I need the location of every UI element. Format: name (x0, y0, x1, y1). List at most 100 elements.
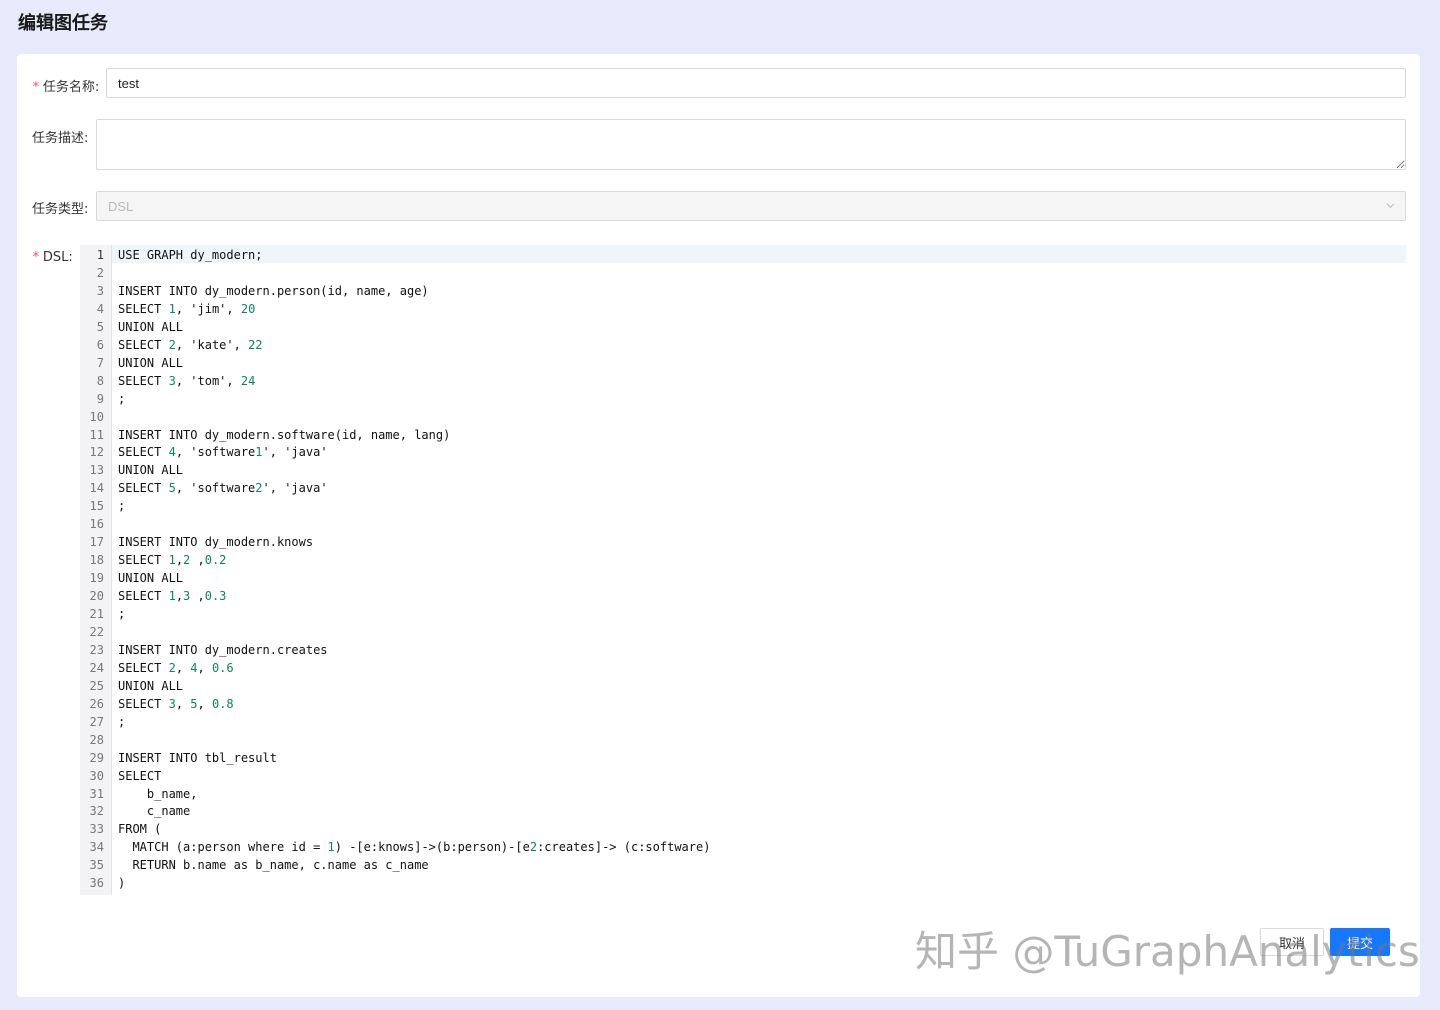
code-number-token: 2 (168, 661, 176, 675)
code-number-token: 2 (529, 840, 538, 854)
line-number: 5 (96, 320, 104, 334)
page-title: 编辑图任务 (18, 13, 108, 34)
code-number-token: 2 (168, 338, 176, 352)
code-line: ; (118, 497, 125, 515)
code-line: b_name, (118, 785, 198, 803)
code-token: SELECT (118, 481, 169, 495)
code-number-token: 1 (168, 589, 176, 603)
code-token: , (233, 338, 249, 352)
line-number: 16 (89, 517, 104, 531)
code-number-token: 22 (248, 338, 263, 352)
task-name-input[interactable] (106, 68, 1406, 98)
code-number-token: 0.3 (204, 589, 227, 603)
code-token: INSERT INTO dy_modern.knows (118, 535, 314, 549)
code-token: , (190, 553, 205, 567)
code-token: INSERT INTO dy_modern.person(id, name, a… (118, 284, 429, 298)
code-line: ; (118, 713, 125, 731)
code-number-token: 1 (255, 445, 263, 459)
line-number: 30 (89, 769, 104, 783)
code-line: FROM ( (118, 820, 161, 838)
code-token: MATCH (a:person where id = (118, 840, 328, 854)
code-line: INSERT INTO dy_modern.software(id, name,… (118, 426, 450, 444)
task-desc-label: 任务描述: (32, 131, 89, 146)
code-token: , (197, 661, 212, 675)
line-number: 10 (89, 410, 104, 424)
code-token: , (226, 374, 241, 388)
code-line: SELECT 1, 'jim', 20 (118, 300, 255, 318)
line-number: 29 (89, 751, 104, 765)
line-number: 19 (89, 571, 104, 585)
code-number-token: 2 (255, 481, 263, 495)
code-token: UNION ALL (118, 320, 184, 334)
code-token: , (175, 374, 191, 388)
task-type-select[interactable]: DSL (96, 191, 1406, 221)
code-number-token: 5 (168, 481, 176, 495)
line-number: 33 (89, 822, 104, 836)
code-token: UNION ALL (118, 571, 184, 585)
code-token: ', 'java' (262, 481, 328, 495)
line-number: 12 (89, 445, 104, 459)
code-token: SELECT (118, 661, 169, 675)
line-number: 1 (96, 248, 104, 262)
code-token: SELECT (118, 553, 169, 567)
code-number-token: 5 (190, 697, 198, 711)
code-line: USE GRAPH dy_modern; (118, 246, 263, 264)
code-line: INSERT INTO dy_modern.person(id, name, a… (118, 282, 429, 300)
code-line: RETURN b.name as b_name, c.name as c_nam… (118, 856, 428, 874)
line-number: 27 (89, 715, 104, 729)
code-token: , (175, 338, 191, 352)
code-token: , (175, 553, 184, 567)
code-line: UNION ALL (118, 461, 183, 479)
code-token: :creates]-> (c:software) (537, 840, 711, 854)
code-token: ', 'java' (262, 445, 328, 459)
code-line: INSERT INTO dy_modern.creates (118, 641, 328, 659)
line-number: 9 (96, 392, 104, 406)
code-number-token: 3 (168, 374, 176, 388)
line-number: 23 (89, 643, 104, 657)
code-line: ; (118, 390, 125, 408)
line-number: 18 (89, 553, 104, 567)
dsl-code-editor[interactable]: 1 USE GRAPH dy_modern; 2 3 INSERT INTO dy_mo… (80, 245, 1406, 895)
code-token: , (175, 589, 184, 603)
task-desc-textarea[interactable] (96, 119, 1406, 170)
code-line: SELECT 5, 'software2', 'java' (118, 479, 328, 497)
line-number: 4 (96, 302, 104, 316)
code-line: INSERT INTO tbl_result (118, 749, 277, 767)
code-token: INSERT INTO tbl_result (118, 751, 277, 765)
line-number: 36 (89, 876, 104, 890)
chevron-down-icon (1386, 203, 1395, 209)
code-line: ; (118, 605, 125, 623)
code-token: SELECT (118, 769, 162, 783)
code-token: , 'software (175, 445, 256, 459)
code-line: SELECT (118, 767, 161, 785)
code-line: MATCH (a:person where id = 1) -[e:knows]… (118, 838, 710, 856)
line-number: 21 (89, 607, 104, 621)
task-name-label: * 任务名称: (32, 80, 100, 95)
line-number: 14 (89, 481, 104, 495)
line-number: 17 (89, 535, 104, 549)
code-number-token: 1 (327, 840, 335, 854)
code-number-token: 4 (168, 445, 176, 459)
code-token: UNION ALL (118, 463, 184, 477)
code-number-token: 20 (240, 302, 256, 316)
line-number: 8 (96, 374, 104, 388)
code-token: 'kate' (190, 338, 234, 352)
code-token: 'jim' (190, 302, 227, 316)
code-token: , (175, 697, 191, 711)
code-token: , (175, 302, 191, 316)
code-number-token: 0.6 (211, 661, 234, 675)
code-token: SELECT (118, 338, 169, 352)
code-token: INSERT INTO dy_modern.software(id, name,… (118, 428, 451, 442)
code-line: SELECT 3, 'tom', 24 (118, 372, 255, 390)
code-token: b_name, (118, 787, 198, 801)
task-type-value: DSL (108, 198, 134, 214)
code-number-token: 4 (190, 661, 198, 675)
line-number: 7 (96, 356, 104, 370)
code-token: FROM ( (118, 822, 162, 836)
code-token: , (197, 697, 212, 711)
code-token: , (190, 589, 205, 603)
line-number: 24 (89, 661, 104, 675)
code-token: ; (118, 392, 126, 406)
code-token: UNION ALL (118, 356, 184, 370)
code-line: SELECT 2, 4, 0.6 (118, 659, 234, 677)
